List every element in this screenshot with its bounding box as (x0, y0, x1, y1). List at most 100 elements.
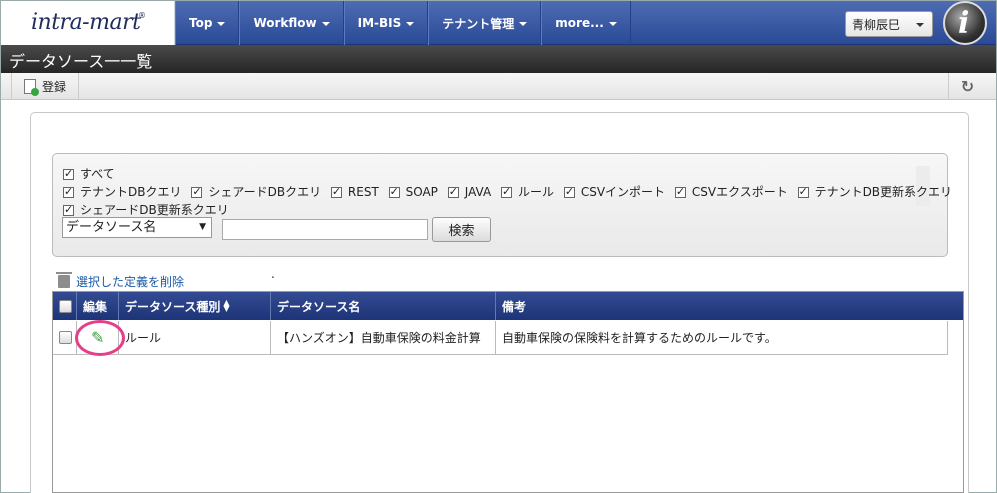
checkbox[interactable] (388, 185, 400, 198)
search-field-select[interactable]: データソース名 ▼ (62, 217, 212, 238)
checkbox-all[interactable]: すべて (63, 165, 115, 182)
checkbox-row-3: シェアードDB更新系クエリ (63, 201, 235, 218)
checkbox[interactable] (674, 185, 686, 198)
checkbox-label: CSVエクスポート (691, 185, 788, 199)
checkbox[interactable] (563, 185, 575, 198)
register-button[interactable]: 登録 (11, 73, 80, 100)
nav-item-label: IM-BIS (357, 16, 402, 30)
row-note-cell: 自動車保険の保険料を計算するためのルールです。 (496, 321, 948, 354)
checkbox[interactable] (191, 185, 203, 198)
checkbox-row-1: すべて (63, 165, 121, 182)
checkbox-csv-import[interactable]: CSVインポート (563, 183, 666, 200)
checkbox-tenant-db-query[interactable]: テナントDBクエリ (63, 183, 181, 200)
new-document-icon (24, 79, 39, 96)
dropdown-arrow-icon: ▼ (199, 222, 206, 232)
caret-down-icon (406, 22, 415, 26)
checkbox[interactable] (447, 185, 459, 198)
title-bar: データソース一一覧 (1, 45, 996, 73)
caret-down-icon (608, 22, 617, 26)
datasource-table: 編集 データソース種別 ▲ ▼ データソース名 備考 ルール 【ハンズオン】自動車保… (52, 291, 964, 493)
row-name-cell: 【ハンズオン】自動車保険の料金計算 (271, 321, 496, 354)
nav-item-tenant-admin[interactable]: テナント管理 (428, 1, 542, 45)
logo[interactable]: intra-mart ® (1, 1, 175, 45)
pencil-icon[interactable]: ✎ (91, 328, 104, 347)
checkbox-label: シェアードDB更新系クエリ (80, 203, 229, 217)
search-button[interactable]: 検索 (432, 217, 491, 242)
checkbox-java[interactable]: JAVA (447, 185, 492, 199)
logo-text: intra-mart (31, 10, 141, 35)
row-type-cell: ルール (119, 321, 271, 354)
checkbox-rest[interactable]: REST (330, 185, 379, 199)
checkbox-label: REST (347, 185, 379, 199)
row-type: ルール (125, 331, 162, 345)
header-label: データソース種別 (125, 299, 221, 314)
checkbox-soap[interactable]: SOAP (388, 185, 438, 199)
nav-item-label: テナント管理 (442, 16, 515, 31)
checkbox-label: ルール (517, 185, 554, 199)
checkbox-csv-export[interactable]: CSVエクスポート (674, 183, 788, 200)
checkbox-label: すべて (80, 167, 115, 181)
row-checkbox[interactable] (59, 331, 72, 344)
edit-highlight[interactable]: ✎ (75, 320, 125, 356)
logo-registered-mark: ® (138, 11, 146, 20)
nav-item-label: Workflow (253, 16, 317, 30)
toolbar: 登録 ↻ (1, 73, 996, 100)
checkbox[interactable] (63, 167, 74, 180)
nav-item-more[interactable]: more... (541, 1, 631, 45)
checkbox-label: CSVインポート (580, 185, 666, 199)
refresh-button[interactable]: ↻ (948, 73, 986, 100)
page-title: データソース一一覧 (9, 52, 153, 71)
header-notes: 備考 (496, 292, 963, 320)
checkbox-label: シェアードDBクエリ (208, 185, 322, 199)
nav-item-workflow[interactable]: Workflow (239, 1, 344, 45)
checkbox[interactable] (63, 203, 74, 216)
table-row: ルール 【ハンズオン】自動車保険の料金計算 自動車保険の保険料を計算するためのル… (53, 321, 948, 355)
nav-item-im-bis[interactable]: IM-BIS (343, 1, 429, 45)
header-datasource-name: データソース名 (271, 292, 496, 320)
nav-item-label: more... (555, 16, 604, 30)
header-edit: 編集 (77, 292, 119, 320)
checkbox-tenant-db-update-query[interactable]: テナントDB更新系クエリ (797, 183, 953, 200)
stray-dot: . (271, 267, 275, 281)
select-value: データソース名 (66, 220, 157, 235)
checkbox[interactable] (63, 185, 74, 198)
select-all-checkbox[interactable] (59, 299, 72, 313)
app-icon-letter: i (958, 6, 970, 41)
checkbox-label: テナントDB更新系クエリ (814, 185, 953, 199)
row-name: 【ハンズオン】自動車保険の料金計算 (277, 331, 481, 345)
top-navigation: intra-mart ® Top Workflow IM-BIS テナント管理 … (1, 1, 996, 45)
delete-selected-link[interactable]: 選択した定義を削除 (56, 272, 185, 290)
caret-down-icon (217, 22, 226, 26)
sort-icon[interactable]: ▲ ▼ (223, 299, 229, 313)
checkbox-shared-db-query[interactable]: シェアードDBクエリ (191, 183, 321, 200)
user-name: 青柳辰巳 (852, 17, 901, 32)
register-label: 登録 (42, 80, 67, 94)
refresh-icon: ↻ (960, 77, 975, 96)
checkbox-label: JAVA (464, 185, 492, 199)
checkbox-shared-db-update-query[interactable]: シェアードDB更新系クエリ (63, 201, 229, 218)
row-note: 自動車保険の保険料を計算するためのルールです。 (502, 331, 777, 345)
checkbox[interactable] (330, 185, 342, 198)
main-menu: Top Workflow IM-BIS テナント管理 more... (175, 1, 631, 45)
checkbox[interactable] (797, 185, 809, 198)
nav-item-label: Top (189, 16, 213, 30)
header-label: 備考 (502, 299, 527, 314)
header-label: データソース名 (277, 299, 361, 314)
checkbox[interactable] (500, 185, 512, 198)
caret-down-icon (519, 22, 528, 26)
header-datasource-type[interactable]: データソース種別 ▲ ▼ (119, 292, 271, 320)
nav-item-top[interactable]: Top (175, 1, 240, 45)
row-select-cell[interactable] (53, 321, 77, 354)
delete-selected-label: 選択した定義を削除 (76, 275, 185, 289)
user-menu-button[interactable]: 青柳辰巳 (845, 11, 933, 37)
checkbox-label: テナントDBクエリ (80, 185, 182, 199)
header-label: 編集 (83, 299, 108, 314)
search-input[interactable] (222, 219, 428, 240)
caret-down-icon (321, 22, 330, 26)
header-select-all[interactable] (53, 292, 77, 320)
trash-icon (56, 272, 72, 288)
table-header: 編集 データソース種別 ▲ ▼ データソース名 備考 (53, 292, 963, 320)
app-info-icon[interactable]: i (943, 1, 987, 45)
checkbox-rule[interactable]: ルール (500, 183, 554, 200)
checkbox-row-2: テナントDBクエリ シェアードDBクエリ REST SOAP JAVA ルール … (63, 183, 958, 200)
